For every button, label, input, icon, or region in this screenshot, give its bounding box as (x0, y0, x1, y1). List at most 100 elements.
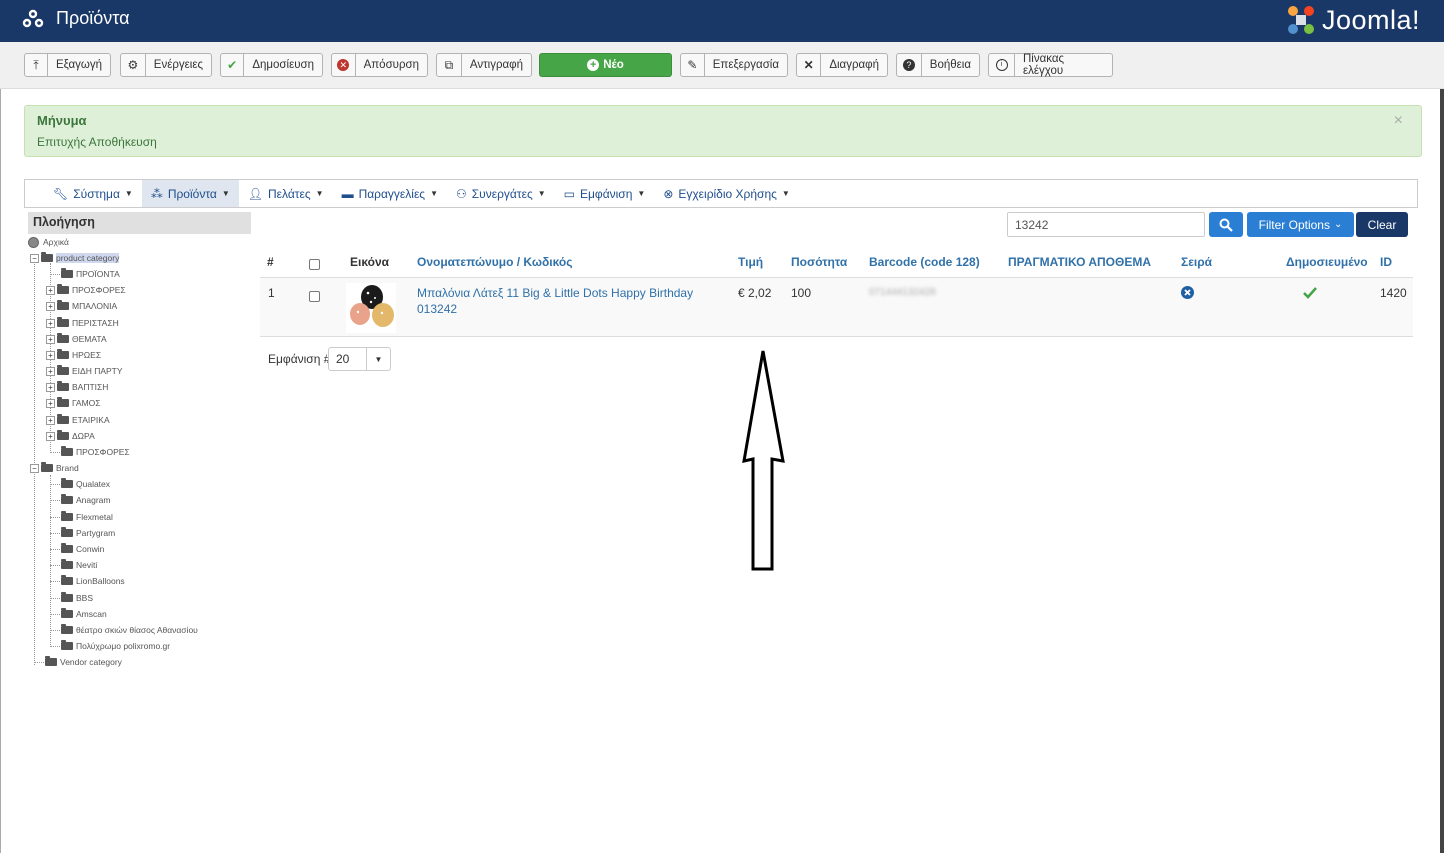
tree-item-root[interactable]: Αρχικά (28, 235, 69, 249)
tree-item-category[interactable]: + ΕΤΑΙΡΙΚΑ (46, 413, 110, 427)
tree-item-brand[interactable]: − Brand (30, 461, 79, 475)
tree-item-brand-entry[interactable]: Qualatex (50, 477, 110, 491)
copy-icon: ⧉ (437, 54, 462, 76)
display-count-select[interactable]: 20 ▼ (328, 347, 391, 371)
col-header-barcode[interactable]: Barcode (code 128) (869, 255, 980, 269)
collapse-icon[interactable]: − (30, 253, 39, 263)
col-header-order[interactable]: Σειρά (1181, 255, 1212, 269)
delete-button[interactable]: ✕ Διαγραφή (796, 53, 888, 77)
tree-item-category[interactable]: + ΕΙΔΗ ΠΑΡΤΥ (46, 364, 123, 378)
folder-icon (57, 333, 69, 343)
check-icon: ✔ (221, 54, 245, 76)
expand-icon[interactable]: + (46, 334, 55, 344)
expand-icon[interactable]: + (46, 350, 55, 360)
search-input[interactable] (1007, 212, 1205, 237)
row-barcode: 071444132428 (869, 287, 936, 298)
tree-item-brand-entry[interactable]: Neviti (50, 558, 97, 572)
tree-item-category[interactable]: + ΠΕΡΙΣΤΑΣΗ (46, 316, 119, 330)
col-header-published[interactable]: Δημοσιευμένο (1286, 255, 1368, 269)
product-name-link[interactable]: Μπαλόνια Λάτεξ 11 Big & Little Dots Happ… (417, 285, 693, 317)
expand-icon[interactable]: + (46, 318, 55, 328)
dashboard-icon: i (989, 54, 1015, 76)
tree-item-category[interactable]: + ΒΑΠΤΙΣΗ (46, 380, 108, 394)
order-remove-icon[interactable] (1181, 286, 1194, 299)
control-panel-button[interactable]: i Πίνακας ελέγχου (988, 53, 1113, 77)
tree-item-category[interactable]: + ΗΡΩΕΣ (46, 348, 101, 362)
plus-icon: + (587, 59, 600, 71)
expand-icon[interactable]: + (46, 285, 55, 295)
folder-icon (61, 640, 73, 650)
nav-products[interactable]: ⁂ Προϊόντα ▼ (141, 180, 239, 207)
col-header-stock[interactable]: ΠΡΑΓΜΑΤΙΚΟ ΑΠΟΘΕΜΑ (1008, 255, 1151, 269)
tree-item-brand-entry[interactable]: Πολύχρωμο polixromo.gr (50, 639, 170, 653)
nav-manual[interactable]: ⊗ Εγχειρίδιο Χρήσης ▼ (654, 180, 799, 207)
product-thumbnail[interactable] (346, 283, 396, 333)
tree-item-vendor-category[interactable]: Vendor category (34, 655, 122, 669)
tree-item-brand-entry[interactable]: Amscan (50, 607, 107, 621)
col-header-quantity[interactable]: Ποσότητα (791, 255, 847, 269)
tree-item-brand-entry[interactable]: Anagram (50, 493, 111, 507)
nav-customers[interactable]: 👤︎ Πελάτες ▼ (239, 180, 333, 207)
col-header-price[interactable]: Τιμή (738, 255, 763, 269)
tree-item-category[interactable]: ΠΡΟΣΦΟΡΕΣ (50, 445, 130, 459)
collapse-icon[interactable]: − (30, 463, 39, 473)
clear-button[interactable]: Clear (1356, 212, 1408, 237)
admin-navbar: 🔧︎ Σύστημα ▼ ⁂ Προϊόντα ▼ 👤︎ Πελάτες ▼ ▬ Πα… (24, 179, 1418, 208)
tree-heading: Πλοήγηση (28, 212, 251, 234)
tree-item-category[interactable]: + ΓΑΜΟΣ (46, 396, 101, 410)
copy-button[interactable]: ⧉ Αντιγραφή (436, 53, 532, 77)
app-header: Προϊόντα Joomla! (0, 0, 1444, 42)
tree-item-product-category[interactable]: − product category (30, 251, 120, 265)
tree-item-brand-entry[interactable]: Flexmetal (50, 510, 113, 524)
tree-item-brand-entry[interactable]: θέατρο σκιών θίασος Αθανασίου (50, 623, 198, 637)
tree-item-brand-entry[interactable]: Conwin (50, 542, 104, 556)
published-check-icon[interactable] (1303, 287, 1317, 299)
nav-orders[interactable]: ▬ Παραγγελίες ▼ (333, 180, 447, 207)
expand-icon[interactable]: + (46, 398, 55, 408)
edit-button[interactable]: ✎ Επεξεργασία (680, 53, 788, 77)
nav-appearance[interactable]: ▭ Εμφάνιση ▼ (555, 180, 655, 207)
tree-item-brand-entry[interactable]: Partygram (50, 526, 115, 540)
folder-open-icon (41, 252, 53, 262)
actions-button[interactable]: ⚙ Ενέργειες (120, 53, 212, 77)
col-header-id[interactable]: ID (1380, 255, 1392, 269)
search-button[interactable] (1209, 212, 1243, 237)
tree-item-brand-entry[interactable]: LionBalloons (50, 574, 125, 588)
select-all-checkbox[interactable] (309, 259, 320, 270)
publish-button[interactable]: ✔ Δημοσίευση (220, 53, 323, 77)
tree-item-category[interactable]: + ΠΡΟΣΦΟΡΕΣ (46, 283, 126, 297)
right-border (1440, 89, 1444, 853)
x-circle-icon: ✕ (332, 54, 356, 76)
tree-item-category[interactable]: + ΔΩΡΑ (46, 429, 95, 443)
export-button[interactable]: ⤒ Εξαγωγή (24, 53, 111, 77)
expand-icon[interactable]: + (46, 366, 55, 376)
new-button[interactable]: + Νέο (539, 53, 672, 77)
joomla-logo[interactable]: Joomla! (1284, 2, 1420, 38)
alert-close-button[interactable]: × (1394, 112, 1403, 130)
caret-down-icon: ▼ (124, 189, 133, 198)
col-header-name[interactable]: Ονοματεπώνυμο / Κωδικός (417, 255, 572, 269)
folder-icon (61, 608, 73, 618)
row-checkbox[interactable] (309, 291, 320, 302)
tree-item-category[interactable]: + ΜΠΑΛΟΝΙΑ (46, 299, 117, 313)
filter-options-button[interactable]: Filter Options ⌄ (1247, 212, 1354, 237)
tree-item-category[interactable]: + ΘΕΜΑΤΑ (46, 332, 107, 346)
tree-item-category[interactable]: ΠΡΟΪΟΝΤΑ (50, 267, 120, 281)
expand-icon[interactable]: + (46, 431, 55, 441)
left-border (0, 89, 1, 853)
annotation-arrow-up-icon (742, 350, 785, 571)
folder-icon (61, 478, 73, 488)
delete-x-icon: ✕ (797, 54, 822, 76)
display-count-label: Εμφάνιση # (268, 352, 331, 366)
edit-icon: ✎ (681, 54, 705, 76)
expand-icon[interactable]: + (46, 301, 55, 311)
nav-system[interactable]: 🔧︎ Σύστημα ▼ (44, 180, 142, 207)
nav-partners[interactable]: ⚇ Συνεργάτες ▼ (447, 180, 555, 207)
expand-icon[interactable]: + (46, 382, 55, 392)
help-button[interactable]: ? Βοήθεια (896, 53, 980, 77)
unpublish-button[interactable]: ✕ Απόσυρση (331, 53, 428, 77)
expand-icon[interactable]: + (46, 415, 55, 425)
tree-item-brand-entry[interactable]: BBS (50, 591, 93, 605)
caret-down-icon: ▼ (221, 189, 230, 198)
caret-down-icon: ▼ (430, 189, 438, 198)
